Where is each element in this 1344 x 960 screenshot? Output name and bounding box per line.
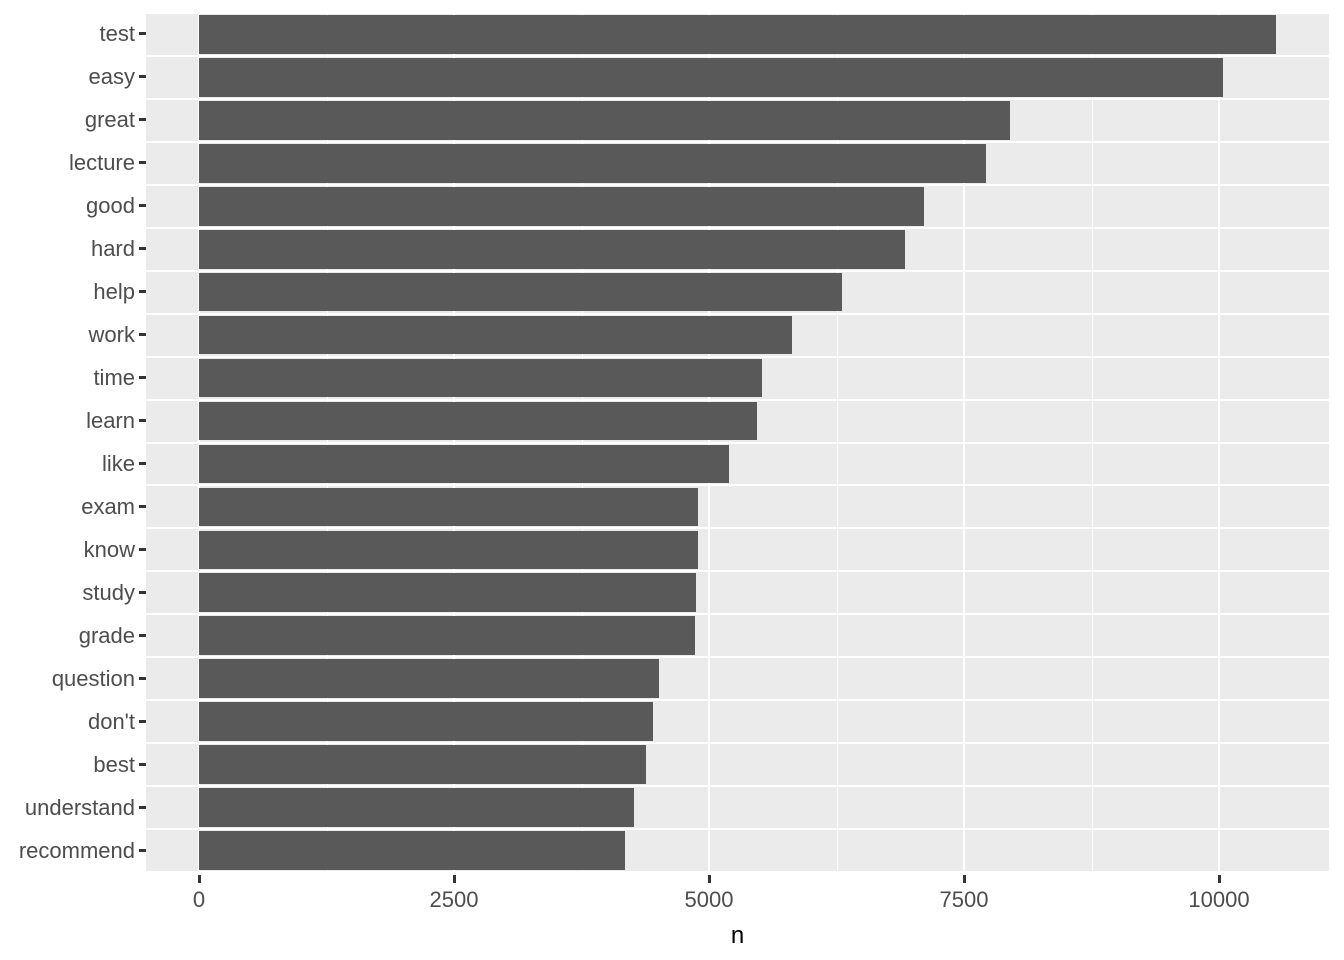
y-tick-label: grade bbox=[78, 622, 135, 648]
bar-chart: test easy great lecture good hard help work time… bbox=[0, 0, 1344, 960]
x-axis-title: n bbox=[730, 922, 745, 949]
bar bbox=[199, 186, 924, 226]
x-tick-label: 7500 bbox=[939, 887, 989, 912]
row-separator bbox=[146, 269, 1329, 272]
bar bbox=[199, 573, 697, 613]
y-tick-mark bbox=[139, 376, 146, 380]
bar bbox=[199, 229, 906, 269]
y-tick-mark bbox=[139, 247, 146, 251]
y-axis: test easy great lecture good hard help work time… bbox=[0, 13, 146, 872]
row-separator bbox=[146, 54, 1329, 57]
y-tick-mark bbox=[139, 633, 146, 637]
row-separator bbox=[146, 97, 1329, 100]
row-separator bbox=[146, 742, 1329, 745]
y-tick-mark bbox=[139, 204, 146, 208]
row-separator bbox=[146, 484, 1329, 487]
row-separator bbox=[146, 140, 1329, 143]
y-tick-label: exam bbox=[81, 493, 135, 519]
bar bbox=[199, 401, 757, 441]
bar bbox=[199, 788, 635, 827]
plot-panel bbox=[146, 13, 1329, 872]
bar bbox=[199, 745, 646, 784]
bar bbox=[199, 315, 792, 355]
y-tick-label: learn bbox=[86, 408, 135, 434]
bar bbox=[199, 831, 625, 870]
x-tick-label: 2500 bbox=[429, 887, 479, 912]
row-separator bbox=[146, 13, 1329, 14]
y-tick-mark bbox=[139, 848, 146, 852]
y-tick-mark bbox=[139, 762, 146, 766]
y-tick-label: question bbox=[51, 665, 135, 691]
y-tick-label: help bbox=[93, 279, 135, 305]
row-separator bbox=[146, 570, 1329, 573]
y-tick-mark bbox=[139, 290, 146, 294]
bar bbox=[199, 58, 1223, 97]
bar bbox=[199, 487, 698, 527]
row-separator bbox=[146, 398, 1329, 401]
y-tick-label: understand bbox=[24, 794, 135, 820]
x-tick-mark bbox=[1218, 875, 1221, 883]
bar bbox=[199, 143, 987, 183]
x-tick-label: 10000 bbox=[1188, 887, 1250, 912]
bar bbox=[199, 272, 842, 312]
row-separator bbox=[146, 785, 1329, 788]
y-tick-label: good bbox=[86, 193, 135, 219]
y-tick-mark bbox=[139, 161, 146, 165]
y-tick-label: know bbox=[83, 536, 135, 562]
row-separator bbox=[146, 441, 1329, 444]
row-separator bbox=[146, 527, 1329, 530]
bar bbox=[199, 358, 762, 398]
x-tick-label: 5000 bbox=[684, 887, 734, 912]
y-tick-mark bbox=[139, 461, 146, 465]
y-tick-mark bbox=[139, 333, 146, 337]
bar bbox=[199, 444, 729, 484]
y-tick-label: easy bbox=[88, 64, 135, 90]
x-tick-mark bbox=[198, 875, 201, 883]
y-tick-mark bbox=[139, 75, 146, 79]
bar bbox=[199, 659, 660, 699]
bar bbox=[199, 15, 1276, 54]
y-tick-label: like bbox=[101, 450, 135, 476]
y-tick-mark bbox=[139, 676, 146, 680]
y-tick-label: work bbox=[88, 322, 135, 348]
row-separator bbox=[146, 828, 1329, 831]
row-separator bbox=[146, 699, 1329, 702]
y-tick-mark bbox=[139, 118, 146, 122]
y-tick-label: hard bbox=[90, 236, 135, 262]
row-separator bbox=[146, 355, 1329, 358]
row-separator bbox=[146, 656, 1329, 659]
row-separator bbox=[146, 613, 1329, 616]
y-tick-mark bbox=[139, 805, 146, 809]
y-tick-mark bbox=[139, 719, 146, 723]
y-tick-label: don't bbox=[87, 708, 135, 734]
x-axis: 0 2500 5000 7500 10000 n bbox=[0, 872, 1344, 960]
x-tick-label: 0 bbox=[192, 887, 206, 912]
bar bbox=[199, 530, 698, 570]
y-tick-label: time bbox=[93, 365, 135, 391]
y-tick-mark bbox=[139, 32, 146, 36]
y-tick-label: study bbox=[82, 579, 135, 605]
x-tick-mark bbox=[708, 875, 711, 883]
y-tick-mark bbox=[139, 547, 146, 551]
bar bbox=[199, 101, 1010, 140]
row-separator bbox=[146, 312, 1329, 315]
bar bbox=[199, 702, 653, 741]
y-tick-label: best bbox=[93, 751, 135, 777]
row-separator bbox=[146, 183, 1329, 186]
y-tick-label: recommend bbox=[18, 837, 135, 863]
x-tick-mark bbox=[453, 875, 456, 883]
y-tick-mark bbox=[139, 590, 146, 594]
y-tick-label: great bbox=[84, 107, 135, 133]
y-tick-label: test bbox=[99, 21, 135, 47]
row-separator bbox=[146, 226, 1329, 229]
y-tick-label: lecture bbox=[68, 150, 135, 176]
x-tick-mark bbox=[963, 875, 966, 883]
bar bbox=[199, 616, 696, 656]
y-tick-mark bbox=[139, 419, 146, 423]
y-tick-mark bbox=[139, 504, 146, 508]
